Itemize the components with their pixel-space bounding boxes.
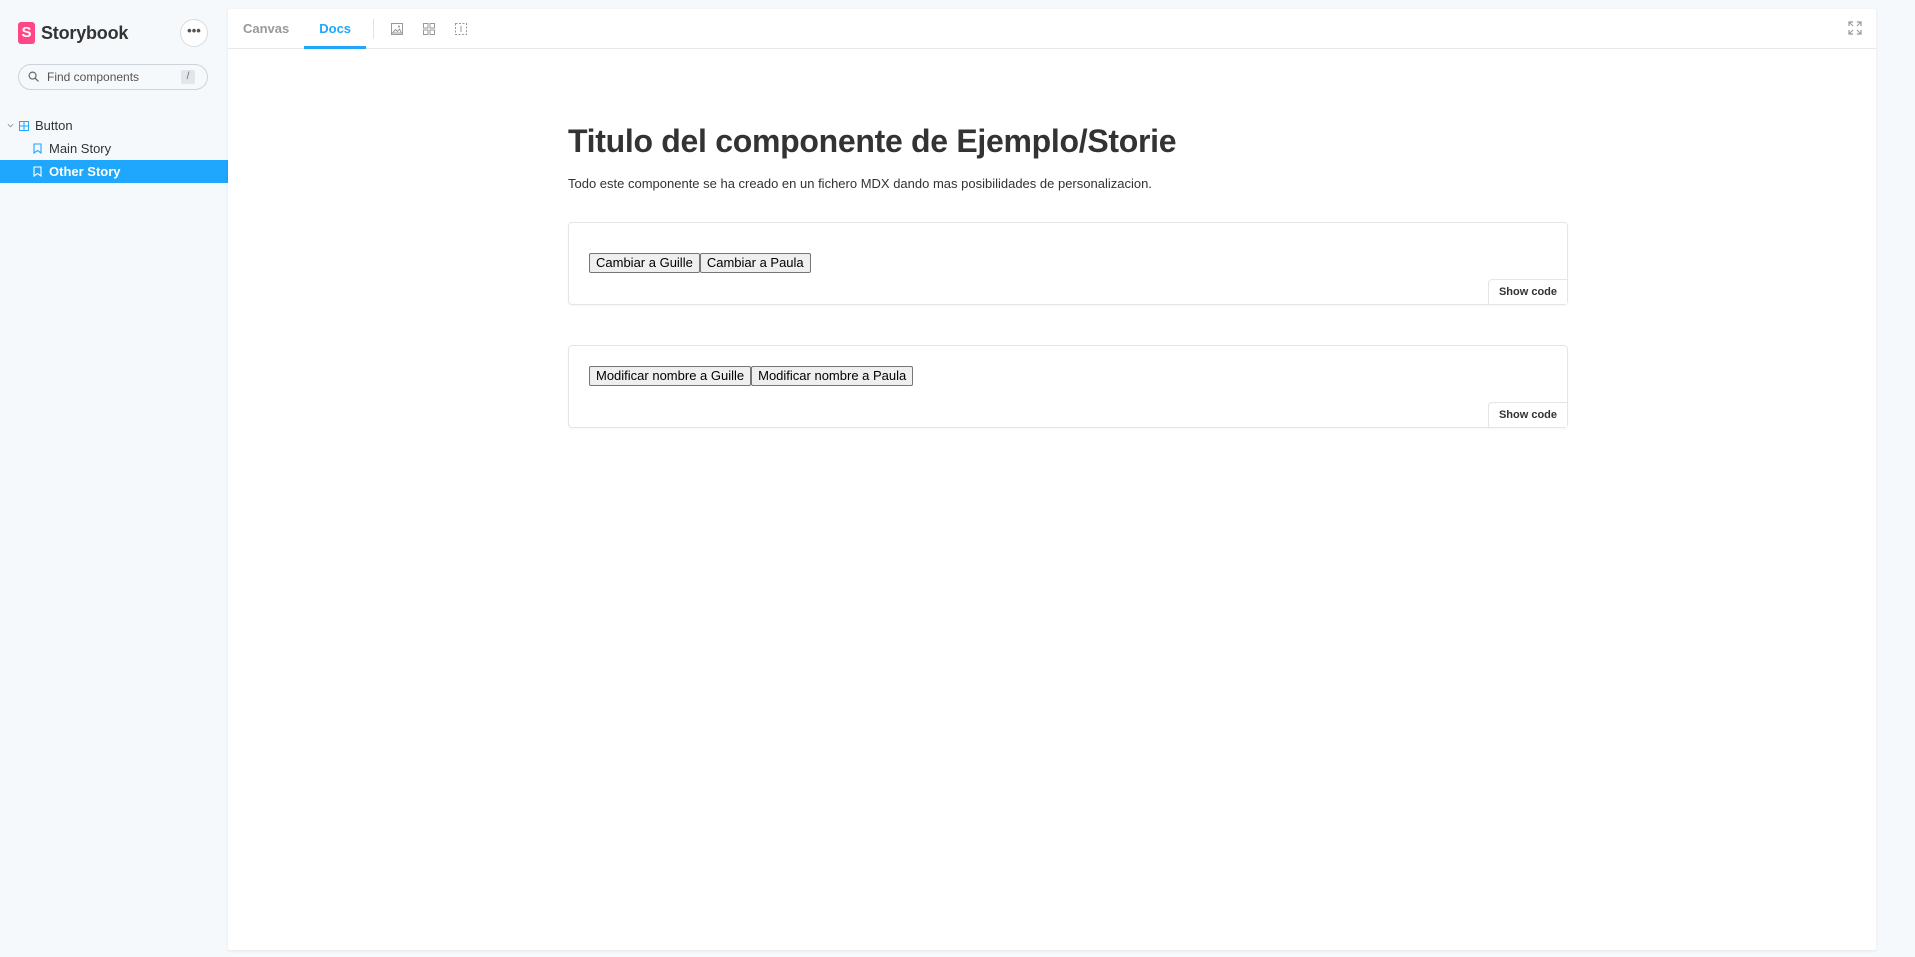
search-shortcut-key: /	[181, 70, 195, 84]
preview-buttons: Cambiar a Guille Cambiar a Paula	[589, 253, 811, 273]
docs-content: Titulo del componente de Ejemplo/Storie …	[568, 121, 1568, 193]
story-preview: Cambiar a Guille Cambiar a Paula Show co…	[568, 222, 1568, 305]
tree-item-label: Other Story	[49, 164, 121, 179]
ellipsis-icon: •••	[187, 23, 201, 38]
modificar-guille-button[interactable]: Modificar nombre a Guille	[589, 366, 752, 386]
image-icon	[391, 22, 404, 35]
outline-icon	[455, 22, 468, 35]
cambiar-paula-button[interactable]: Cambiar a Paula	[699, 253, 811, 273]
modificar-paula-button[interactable]: Modificar nombre a Paula	[751, 366, 914, 386]
background-toggle-button[interactable]	[381, 9, 413, 48]
bookmark-icon	[33, 143, 42, 154]
toolbar-divider	[373, 18, 375, 39]
component-tree: Button Main Story Other Story	[0, 114, 228, 183]
sidebar: S Storybook ••• / Button	[0, 0, 228, 957]
tab-canvas[interactable]: Canvas	[228, 9, 304, 48]
cambiar-guille-button[interactable]: Cambiar a Guille	[589, 253, 700, 273]
tab-label: Canvas	[243, 21, 290, 36]
search-box[interactable]: /	[18, 64, 208, 90]
main-panel: Canvas Docs Titulo del componente de Eje…	[228, 9, 1876, 950]
tree-item-other-story[interactable]: Other Story	[0, 160, 228, 183]
page-title: Titulo del componente de Ejemplo/Storie	[568, 123, 1177, 159]
brand[interactable]: S Storybook	[18, 22, 128, 44]
bookmark-icon	[33, 166, 42, 177]
tree-item-main-story[interactable]: Main Story	[0, 137, 228, 160]
show-code-button[interactable]: Show code	[1487, 402, 1567, 427]
show-code-button[interactable]: Show code	[1487, 279, 1567, 304]
grid-toggle-button[interactable]	[413, 9, 445, 48]
menu-button[interactable]: •••	[180, 19, 208, 47]
story-preview: Modificar nombre a Guille Modificar nomb…	[568, 345, 1568, 428]
tab-docs[interactable]: Docs	[304, 9, 366, 49]
chevron-down-icon	[7, 123, 14, 128]
expand-icon[interactable]	[1848, 21, 1862, 35]
tab-label: Docs	[319, 21, 352, 36]
search-input[interactable]	[47, 65, 187, 89]
toolbar: Canvas Docs	[228, 9, 1876, 49]
outline-toggle-button[interactable]	[445, 9, 477, 48]
tree-item-label: Main Story	[49, 141, 112, 156]
component-icon	[19, 120, 29, 131]
storybook-logo-icon: S	[18, 22, 35, 44]
tree-group-button[interactable]: Button	[0, 114, 228, 137]
brand-name: Storybook	[41, 22, 129, 43]
search-icon	[28, 71, 39, 82]
grid-icon	[423, 22, 436, 35]
page-description: Todo este componente se ha creado en un …	[568, 176, 1152, 191]
preview-buttons: Modificar nombre a Guille Modificar nomb…	[589, 366, 914, 386]
tree-group-label: Button	[35, 118, 73, 133]
